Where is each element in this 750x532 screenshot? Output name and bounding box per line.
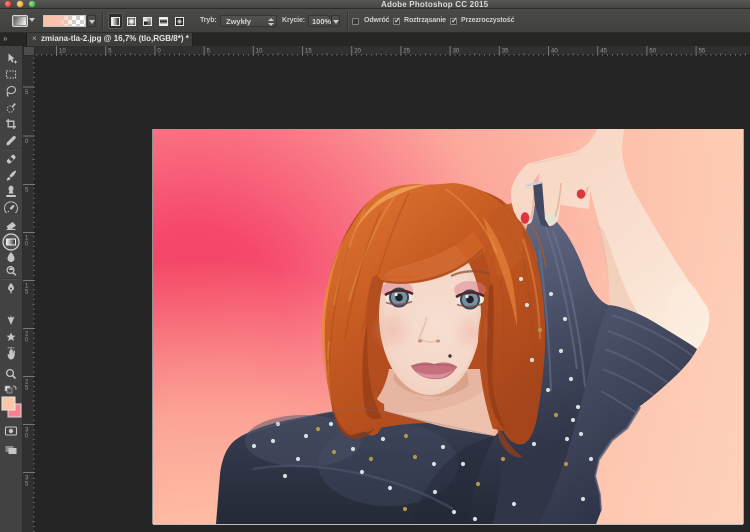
svg-text:10: 10: [256, 49, 263, 55]
svg-text:5: 5: [25, 482, 29, 488]
svg-text:40: 40: [551, 49, 558, 55]
svg-text:30: 30: [453, 49, 460, 55]
svg-text:55: 55: [699, 49, 706, 55]
svg-text:10: 10: [59, 49, 66, 55]
svg-text:5: 5: [108, 49, 112, 55]
svg-text:20: 20: [354, 49, 361, 55]
svg-text:0: 0: [25, 338, 29, 344]
svg-text:15: 15: [305, 49, 312, 55]
svg-text:0: 0: [25, 434, 29, 440]
svg-text:5: 5: [25, 290, 29, 296]
svg-text:0: 0: [25, 139, 29, 145]
svg-text:35: 35: [502, 49, 509, 55]
svg-text:50: 50: [649, 49, 656, 55]
svg-text:5: 5: [25, 90, 29, 96]
svg-text:25: 25: [403, 49, 410, 55]
svg-text:5: 5: [25, 386, 29, 392]
svg-text:0: 0: [25, 242, 29, 248]
svg-text:5: 5: [25, 188, 29, 194]
svg-text:0: 0: [157, 49, 161, 55]
svg-text:45: 45: [600, 49, 607, 55]
svg-text:5: 5: [207, 49, 211, 55]
